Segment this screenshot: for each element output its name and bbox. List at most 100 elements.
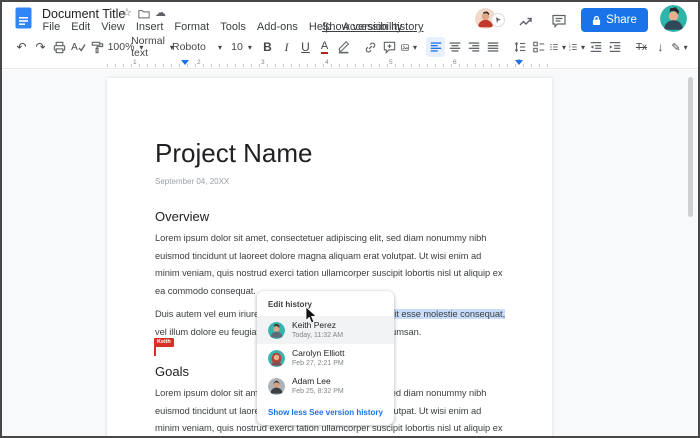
- align-left-button[interactable]: [426, 37, 445, 57]
- increase-indent-button[interactable]: [605, 37, 624, 57]
- edit-history-footer: Show less See version history: [257, 400, 394, 421]
- activity-insights-icon[interactable]: [518, 13, 534, 29]
- toolbar: ↶ ↷ A 100%▾ Normal text▾ Roboto▾ 10▾ B I…: [2, 35, 698, 59]
- chevron-down-icon: ▾: [684, 43, 688, 52]
- header-bar: Document Title ☆ ☁ File Edit View Insert…: [2, 2, 698, 35]
- menu-tools[interactable]: Tools: [215, 20, 252, 34]
- left-indent-marker[interactable]: [181, 60, 189, 65]
- vertical-scrollbar[interactable]: [688, 77, 693, 217]
- edit-history-title: Edit history: [257, 299, 394, 316]
- share-button[interactable]: Share: [581, 8, 648, 32]
- insert-link-button[interactable]: [361, 37, 380, 57]
- input-tools-button[interactable]: ↓: [651, 37, 670, 57]
- star-icon[interactable]: ☆: [122, 7, 132, 19]
- doc-heading-overview[interactable]: Overview: [155, 209, 508, 224]
- italic-button[interactable]: I: [277, 37, 296, 57]
- chevron-down-icon: ▾: [413, 43, 417, 52]
- menu-insert[interactable]: Insert: [130, 20, 169, 34]
- menu-view[interactable]: View: [96, 20, 131, 34]
- ruler-number: 5: [389, 59, 393, 66]
- align-right-button[interactable]: [464, 37, 483, 57]
- document-title[interactable]: Document Title: [42, 7, 125, 21]
- menu-file[interactable]: File: [37, 20, 66, 34]
- decrease-indent-button[interactable]: [586, 37, 605, 57]
- mouse-cursor-icon: [305, 306, 318, 330]
- edit-time: Feb 25, 8:32 PM: [292, 387, 344, 396]
- avatar-keith-perez: [268, 322, 285, 339]
- ruler[interactable]: 1 2 3 4 5 6 7: [2, 59, 698, 69]
- document-canvas: Project Name September 04, 20XX Overview…: [2, 70, 698, 436]
- chevron-down-icon: ▾: [218, 43, 222, 52]
- comments-icon[interactable]: [551, 13, 567, 29]
- font-select[interactable]: Roboto ▾: [169, 37, 223, 57]
- account-avatar[interactable]: [660, 5, 687, 32]
- right-indent-marker[interactable]: [515, 60, 523, 65]
- underline-button[interactable]: U: [296, 37, 315, 57]
- editor-name: Carolyn Elliott: [292, 348, 344, 358]
- lock-icon: [592, 15, 601, 26]
- pen-icon: ✎: [671, 41, 680, 54]
- jump-to-collaborator-icon[interactable]: [491, 13, 505, 27]
- see-version-history-link[interactable]: See version history: [309, 408, 383, 417]
- chevron-down-icon: ▾: [562, 43, 566, 52]
- avatar-adam-lee: [268, 378, 285, 395]
- edit-time: Today, 11:32 AM: [292, 331, 343, 340]
- chevron-down-icon: ▾: [248, 43, 252, 52]
- google-docs-window: Document Title ☆ ☁ File Edit View Insert…: [0, 0, 700, 438]
- entry-text: Carolyn Elliott Feb 27, 2:21 PM: [292, 348, 344, 368]
- ruler-number: 4: [325, 59, 329, 66]
- ruler-number: 2: [197, 59, 201, 66]
- font-value: Roboto: [170, 41, 208, 53]
- bold-button[interactable]: B: [258, 37, 277, 57]
- avatar-carolyn-elliott: [268, 350, 285, 367]
- ruler-number: 1: [133, 59, 137, 66]
- collaborator-cursor-caret: [154, 346, 156, 356]
- insert-image-button[interactable]: ▾: [399, 37, 418, 57]
- entry-text: Adam Lee Feb 25, 8:32 PM: [292, 376, 344, 396]
- svg-text:3: 3: [569, 48, 571, 52]
- spellcheck-button[interactable]: A: [69, 37, 88, 57]
- text-color-button[interactable]: A: [315, 37, 334, 57]
- numbered-list-button[interactable]: 123 ▾: [567, 37, 586, 57]
- show-less-link[interactable]: Show less: [268, 408, 307, 417]
- style-value: Normal text: [129, 35, 167, 59]
- clear-formatting-button[interactable]: Tx: [632, 37, 651, 57]
- print-button[interactable]: [50, 37, 69, 57]
- doc-date[interactable]: September 04, 20XX: [155, 177, 508, 186]
- undo-button[interactable]: ↶: [12, 37, 31, 57]
- menu-format[interactable]: Format: [169, 20, 215, 34]
- checklist-button[interactable]: [529, 37, 548, 57]
- edit-history-entry-keith[interactable]: Keith Perez Today, 11:32 AM: [257, 316, 394, 344]
- bulleted-list-button[interactable]: ▾: [548, 37, 567, 57]
- show-version-history-link[interactable]: Show version history: [322, 21, 424, 33]
- paint-format-button[interactable]: [88, 37, 107, 57]
- ruler-number: 3: [261, 59, 265, 66]
- editing-mode-button[interactable]: ✎ ▾: [670, 37, 689, 57]
- menu-edit[interactable]: Edit: [66, 20, 96, 34]
- chevron-down-icon: ▾: [581, 43, 585, 52]
- edit-history-popup: Edit history Keith Perez Today, 11:32 AM…: [257, 291, 394, 425]
- doc-paragraph[interactable]: Lorem ipsum dolor sit amet, consectetuer…: [155, 230, 508, 300]
- highlight-color-button[interactable]: [334, 37, 353, 57]
- align-justify-button[interactable]: [483, 37, 502, 57]
- align-center-button[interactable]: [445, 37, 464, 57]
- doc-heading-title[interactable]: Project Name: [155, 138, 508, 169]
- edit-history-entry-adam[interactable]: Adam Lee Feb 25, 8:32 PM: [257, 372, 394, 400]
- add-comment-button[interactable]: [380, 37, 399, 57]
- redo-button[interactable]: ↷: [31, 37, 50, 57]
- line-spacing-button[interactable]: [510, 37, 529, 57]
- paragraph-style-select[interactable]: Normal text▾: [142, 37, 161, 57]
- edit-history-entry-carolyn[interactable]: Carolyn Elliott Feb 27, 2:21 PM: [257, 344, 394, 372]
- edit-time: Feb 27, 2:21 PM: [292, 359, 344, 368]
- google-docs-logo-icon[interactable]: [15, 7, 32, 34]
- spellcheck-a: A: [71, 42, 78, 53]
- menu-addons[interactable]: Add-ons: [251, 20, 303, 34]
- collaborator-cursor-flag: Keith: [154, 338, 174, 347]
- editor-name: Adam Lee: [292, 376, 344, 386]
- text-color-a: A: [321, 41, 328, 54]
- font-size-select[interactable]: 10▾: [231, 37, 250, 57]
- cloud-status-icon[interactable]: ☁: [155, 7, 166, 19]
- ruler-number: 6: [453, 59, 457, 66]
- font-size-value: 10: [229, 41, 245, 53]
- share-button-label: Share: [606, 14, 637, 26]
